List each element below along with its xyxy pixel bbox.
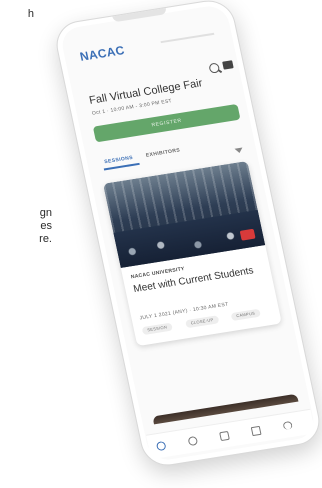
person-icon[interactable] (282, 420, 293, 431)
cropped-line: es (40, 220, 52, 232)
session-card[interactable]: NACAC UNIVERSITY Meet with Current Stude… (102, 160, 282, 347)
cropped-line: re. (39, 233, 52, 245)
calendar-icon[interactable] (250, 425, 262, 437)
session-title: Meet with Current Students (132, 265, 255, 296)
calendar-icon[interactable] (222, 60, 234, 70)
session-tag: CAMPUS (230, 308, 261, 322)
phone-mockup: NACAC Fall Virtual College Fair Oct 1 · … (51, 0, 322, 470)
cropped-line: gn (39, 207, 52, 219)
status-bar-line (160, 32, 215, 44)
session-tag: SESSION (141, 322, 173, 336)
session-thumbnail (102, 160, 266, 268)
chevron-down-icon[interactable] (234, 147, 244, 154)
home-icon[interactable] (155, 440, 167, 452)
cropped-text-top: h (27, 8, 34, 20)
chat-icon[interactable] (219, 430, 230, 442)
lock-icon[interactable] (187, 435, 199, 447)
app-logo: NACAC (78, 43, 126, 64)
tab-exhibitors[interactable]: EXHIBITORS (145, 147, 180, 158)
search-icon[interactable] (208, 62, 221, 74)
cropped-text-middle: gn es re. (0, 207, 52, 246)
app-screen: NACAC Fall Virtual College Fair Oct 1 · … (61, 9, 316, 460)
session-tag: CLOSE-UP (185, 315, 220, 329)
